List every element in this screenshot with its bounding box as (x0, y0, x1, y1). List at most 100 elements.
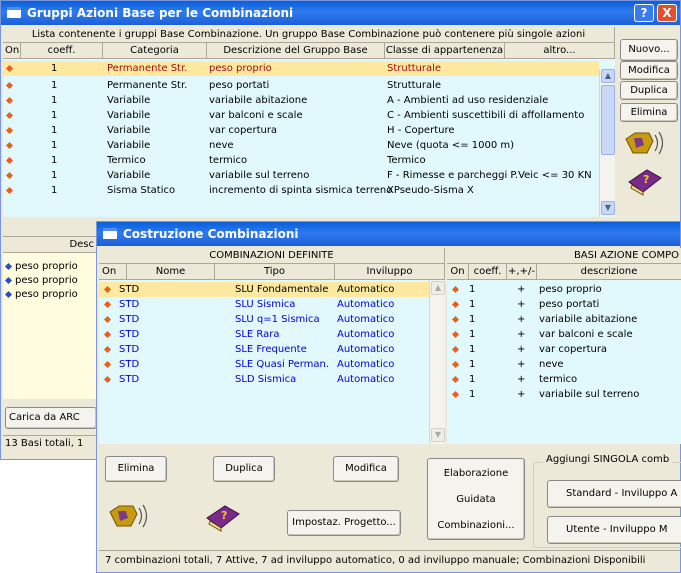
list-item[interactable]: peso proprio (3, 273, 99, 288)
cell-tipo: SLU Sismica (235, 299, 296, 310)
impostaz-progetto-button[interactable]: Impostaz. Progetto... (287, 510, 401, 536)
table-row[interactable]: 1 + peso portati (447, 297, 681, 312)
table-row[interactable]: STD SLE Frequente Automatico (99, 342, 429, 357)
active-diamond-icon[interactable] (103, 360, 112, 369)
table-row[interactable]: 1 Variabile neve Neve (quota <= 1000 m) (3, 138, 599, 153)
elaborazione-guidata-button[interactable]: Elaborazione Guidata Combinazioni... (427, 458, 525, 540)
table-row[interactable]: 1 Variabile var copertura H - Coperture (3, 123, 599, 138)
scroll-thumb[interactable] (601, 85, 615, 155)
table-row[interactable]: 1 + var balconi e scale (447, 327, 681, 342)
table-row[interactable]: STD SLU Fondamentale Automatico (99, 282, 429, 297)
groups-list[interactable]: 1 Permanente Str. peso proprio Strutturale 1… (3, 59, 615, 217)
table-row[interactable]: 1 + var copertura (447, 342, 681, 357)
table-row[interactable]: STD SLE Quasi Perman. Automatico (99, 357, 429, 372)
table-row[interactable]: 1 + peso proprio (447, 282, 681, 297)
scroll-down-icon[interactable]: ▼ (431, 428, 445, 442)
active-diamond-icon[interactable] (103, 330, 112, 339)
speaker-icon[interactable] (107, 502, 153, 532)
cell-categoria: Sisma Statico (107, 185, 176, 196)
col-descrizione[interactable]: descrizione (537, 264, 681, 280)
close-icon[interactable]: X (657, 4, 677, 22)
book-icon[interactable]: ? (625, 166, 665, 196)
active-diamond-icon[interactable] (103, 315, 112, 324)
table-row[interactable]: 1 + variabile sul terreno (447, 387, 681, 402)
active-diamond-icon[interactable] (103, 300, 112, 309)
col-header-descrizione[interactable]: Descrizione del Gruppo Base (207, 43, 385, 59)
col-header-coeff[interactable]: coeff. (21, 43, 103, 59)
active-diamond-icon[interactable] (103, 375, 112, 384)
col-header-classe[interactable]: Classe di appartenenza (385, 43, 505, 59)
active-diamond-icon[interactable] (451, 375, 460, 384)
table-row[interactable]: 1 + variabile abitazione (447, 312, 681, 327)
elimina-button[interactable]: Elimina (620, 103, 678, 122)
groups-list-scrollbar[interactable]: ▲ ▼ (599, 69, 615, 217)
col-on[interactable]: On (99, 264, 127, 280)
active-diamond-icon[interactable] (451, 330, 460, 339)
table-row[interactable]: STD SLD Sismica Automatico (99, 372, 429, 387)
table-row[interactable]: 1 Sisma Statico incremento di spinta sismi… (3, 183, 599, 198)
elimina-combination-button[interactable]: Elimina (105, 456, 167, 482)
speaker-icon[interactable] (623, 129, 669, 159)
table-row[interactable]: STD SLU Sismica Automatico (99, 297, 429, 312)
combinations-list[interactable]: STD SLU Fondamentale Automatico STD SLU Sism… (99, 280, 445, 444)
active-diamond-icon[interactable] (451, 315, 460, 324)
modifica-button[interactable]: Modifica (620, 61, 678, 80)
active-diamond-icon[interactable] (451, 360, 460, 369)
carica-button[interactable]: Carica da ARC (5, 407, 97, 429)
table-row[interactable]: 1 Variabile var balconi e scale C - Ambient… (3, 108, 599, 123)
modifica-combination-button[interactable]: Modifica (333, 456, 399, 482)
table-row[interactable]: 1 Variabile variabile sul terreno F - Rimes… (3, 168, 599, 183)
table-row[interactable]: 1 + neve (447, 357, 681, 372)
col-nome[interactable]: Nome (127, 264, 215, 280)
active-diamond-icon[interactable] (5, 126, 14, 135)
back-window-titlebar[interactable]: Gruppi Azioni Base per le Combinazioni (1, 1, 680, 25)
active-diamond-icon[interactable] (5, 111, 14, 120)
list-item[interactable]: peso proprio (3, 259, 99, 274)
help-icon[interactable]: ? (634, 4, 654, 22)
table-row[interactable]: 1 Termico termico Termico (3, 153, 599, 168)
col-header-categoria[interactable]: Categoria (103, 43, 207, 59)
active-diamond-icon[interactable] (5, 81, 14, 90)
duplica-combination-button[interactable]: Duplica (213, 456, 275, 482)
utente-inviluppo-button[interactable]: Utente - Inviluppo M (547, 516, 681, 544)
col-on-right[interactable]: On (447, 264, 469, 280)
table-row[interactable]: 1 + termico (447, 372, 681, 387)
table-row[interactable]: 1 Variabile variabile abitazione A - Ambien… (3, 93, 599, 108)
front-window-titlebar[interactable]: Costruzione Combinazioni (97, 222, 680, 246)
lower-col-header-desc[interactable]: Desc (3, 237, 99, 253)
table-row[interactable]: STD SLU q=1 Sismica Automatico (99, 312, 429, 327)
active-diamond-icon[interactable] (5, 156, 14, 165)
table-row[interactable]: 1 Permanente Str. peso portati Strutturale (3, 78, 599, 93)
col-header-on[interactable]: On (3, 43, 21, 59)
active-diamond-icon[interactable] (451, 300, 460, 309)
active-diamond-icon[interactable] (5, 64, 14, 73)
active-diamond-icon[interactable] (451, 390, 460, 399)
table-row[interactable]: 1 Permanente Str. peso proprio Strutturale (3, 61, 599, 76)
list-item[interactable]: peso proprio (3, 287, 99, 302)
active-diamond-icon[interactable] (103, 285, 112, 294)
nuovo-button[interactable]: Nuovo... (620, 39, 678, 61)
combinations-scrollbar[interactable]: ▲ ▼ (429, 280, 445, 444)
col-sign[interactable]: +,+/- (507, 264, 537, 280)
cell-descrizione: termico (539, 374, 578, 385)
active-diamond-icon[interactable] (451, 345, 460, 354)
active-diamond-icon[interactable] (5, 186, 14, 195)
table-row[interactable]: STD SLE Rara Automatico (99, 327, 429, 342)
col-inviluppo[interactable]: Inviluppo (335, 264, 445, 280)
book-icon[interactable]: ? (203, 502, 243, 532)
active-diamond-icon[interactable] (103, 345, 112, 354)
standard-inviluppo-button[interactable]: Standard - Inviluppo A (547, 480, 681, 508)
col-header-altro[interactable]: altro... (505, 43, 615, 59)
col-tipo[interactable]: Tipo (215, 264, 335, 280)
active-diamond-icon[interactable] (5, 141, 14, 150)
bases-list[interactable]: 1 + peso proprio 1 + peso portati 1 + variabile … (447, 280, 681, 444)
scroll-down-icon[interactable]: ▼ (601, 201, 615, 215)
duplica-button[interactable]: Duplica (620, 81, 678, 100)
lower-list[interactable]: peso proprio peso proprio peso proprio (3, 253, 99, 399)
active-diamond-icon[interactable] (451, 285, 460, 294)
scroll-up-icon[interactable]: ▲ (431, 281, 445, 295)
scroll-up-icon[interactable]: ▲ (601, 69, 615, 83)
active-diamond-icon[interactable] (5, 96, 14, 105)
active-diamond-icon[interactable] (5, 171, 14, 180)
col-coeff[interactable]: coeff. (469, 264, 507, 280)
